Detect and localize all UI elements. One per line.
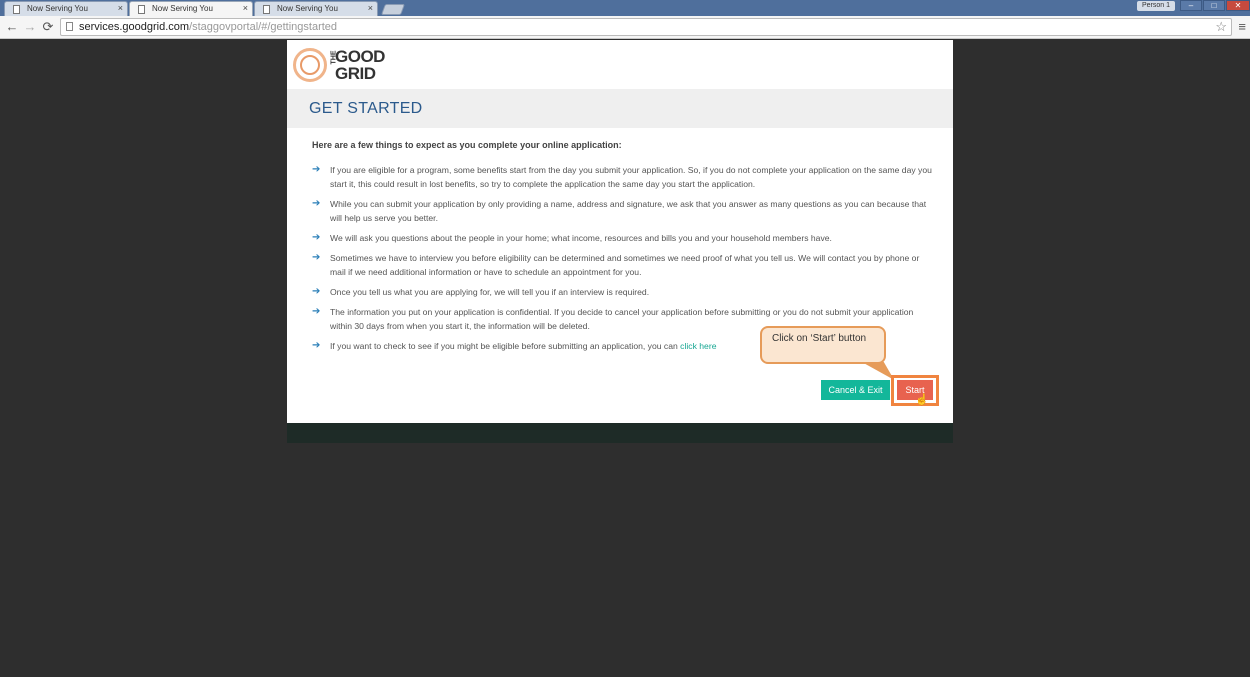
close-window-button[interactable]: ✕: [1226, 0, 1250, 11]
new-tab-button[interactable]: [380, 4, 406, 15]
bullet-text: If you are eligible for a program, some …: [330, 165, 932, 189]
bullet-text: Sometimes we have to interview you befor…: [330, 253, 920, 277]
tab-label: Now Serving You: [277, 4, 338, 13]
browser-tab[interactable]: Now Serving You ×: [4, 1, 128, 16]
list-item: ➔ While you can submit your application b…: [312, 197, 932, 225]
url-host: services.goodgrid.com: [79, 21, 190, 33]
tab-label: Now Serving You: [152, 4, 213, 13]
profile-badge[interactable]: Person 1: [1137, 1, 1175, 11]
address-bar[interactable]: services.goodgrid.com/staggovportal/#/ge…: [60, 18, 1232, 36]
maximize-button[interactable]: □: [1203, 0, 1225, 11]
arrow-right-icon: ➔: [312, 198, 321, 209]
url-path: /staggovportal/#/gettingstarted: [189, 21, 338, 33]
callout-pointer: [861, 362, 895, 380]
list-item: ➔ If you are eligible for a program, some…: [312, 163, 932, 191]
minimize-button[interactable]: –: [1180, 0, 1202, 11]
arrow-right-icon: ➔: [312, 306, 321, 317]
logo-word-grid: GRID: [335, 64, 376, 83]
bullet-text: If you want to check to see if you might…: [330, 341, 678, 351]
list-item: ➔ We will ask you questions about the peo…: [312, 231, 932, 245]
page-icon: [138, 5, 145, 14]
eligibility-check-link[interactable]: click here: [680, 341, 716, 351]
page-card: THE GOOD GRID GET STARTED Here are a few…: [287, 40, 953, 423]
instruction-callout: Click on ‘Start’ button: [760, 326, 886, 364]
reload-icon[interactable]: ⟳: [40, 19, 56, 35]
browser-tab-active[interactable]: Now Serving You ×: [129, 1, 253, 16]
bullet-text: Once you tell us what you are applying f…: [330, 287, 650, 297]
bullet-text: We will ask you questions about the peop…: [330, 233, 832, 243]
page-icon: [13, 5, 20, 14]
page-title: GET STARTED: [309, 100, 423, 117]
arrow-right-icon: ➔: [312, 232, 321, 243]
browser-tab-strip: Now Serving You × Now Serving You × Now …: [0, 0, 1250, 16]
intro-text: Here are a few things to expect as you c…: [312, 140, 622, 150]
page-footer: [287, 423, 953, 443]
close-tab-icon[interactable]: ×: [118, 2, 123, 15]
logo-inner-ring-icon: [300, 55, 320, 75]
hand-cursor-icon: ☝: [915, 394, 929, 406]
good-grid-logo: THE GOOD GRID: [293, 46, 393, 84]
browser-toolbar: ← → ⟳ services.goodgrid.com/staggovporta…: [0, 16, 1250, 39]
list-item: ➔ Sometimes we have to interview you befo…: [312, 251, 932, 279]
logo-word-good: GOOD: [335, 47, 385, 66]
arrow-right-icon: ➔: [312, 340, 321, 351]
page-icon: [263, 5, 270, 14]
title-band: GET STARTED: [287, 89, 953, 128]
close-tab-icon[interactable]: ×: [368, 2, 373, 15]
list-item: ➔ Once you tell us what you are applying …: [312, 285, 932, 299]
arrow-right-icon: ➔: [312, 286, 321, 297]
callout-text: Click on ‘Start’ button: [772, 333, 867, 344]
arrow-right-icon: ➔: [312, 252, 321, 263]
browser-tab[interactable]: Now Serving You ×: [254, 1, 378, 16]
bullet-text: While you can submit your application by…: [330, 199, 927, 223]
arrow-right-icon: ➔: [312, 164, 321, 175]
bookmark-star-icon[interactable]: ☆: [1215, 19, 1227, 35]
cancel-exit-button[interactable]: Cancel & Exit: [821, 380, 890, 400]
forward-icon[interactable]: →: [22, 19, 38, 35]
back-icon[interactable]: ←: [4, 19, 20, 35]
browser-menu-icon[interactable]: ≡: [1238, 19, 1246, 34]
close-tab-icon[interactable]: ×: [243, 2, 248, 15]
page-icon: [66, 22, 73, 31]
tab-label: Now Serving You: [27, 4, 88, 13]
